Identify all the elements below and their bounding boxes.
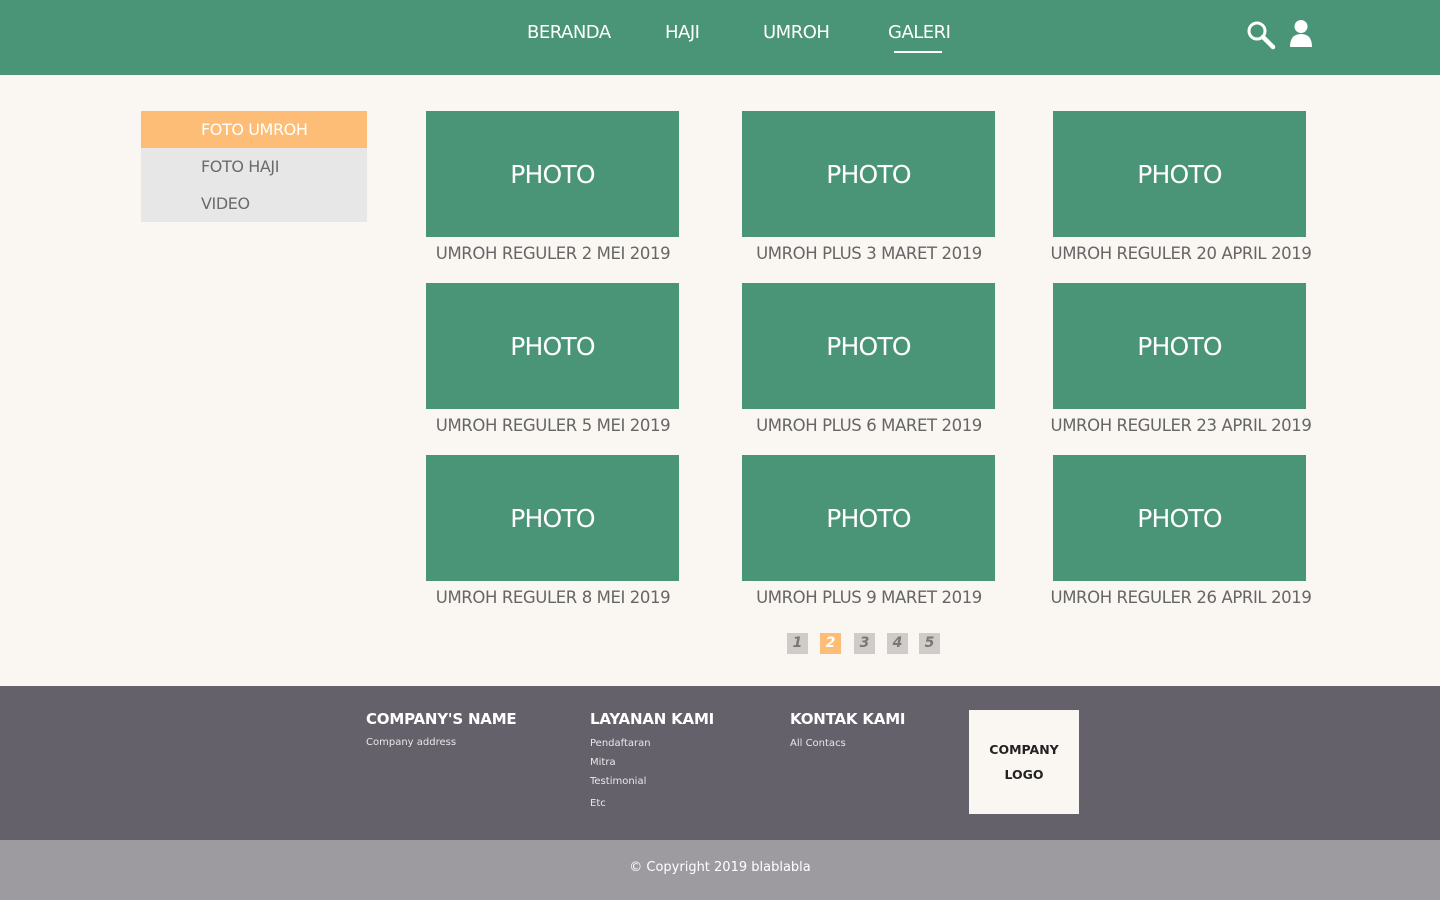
gallery-caption[interactable]: UMROH PLUS 6 MARET 2019	[719, 416, 1019, 435]
gallery-photo[interactable]: PHOTO	[426, 111, 679, 237]
gallery-photo[interactable]: PHOTO	[742, 455, 995, 581]
page-button-2[interactable]: 2	[820, 633, 841, 654]
footer-services-title: LAYANAN KAMI	[590, 710, 715, 728]
sidebar-item-foto-haji[interactable]: FOTO HAJI	[141, 148, 367, 185]
sidebar-item-foto-umroh[interactable]: FOTO UMROH	[141, 111, 367, 148]
company-logo: COMPANY LOGO	[969, 710, 1079, 814]
page-button-4[interactable]: 4	[887, 633, 908, 654]
footer-link-testimonial[interactable]: Testimonial	[590, 776, 646, 787]
search-icon[interactable]	[1246, 20, 1276, 54]
nav-haji[interactable]: HAJI	[665, 22, 700, 43]
company-logo-line1: COMPANY	[989, 742, 1059, 757]
gallery-photo[interactable]: PHOTO	[742, 283, 995, 409]
gallery-caption[interactable]: UMROH REGULER 23 APRIL 2019	[1031, 416, 1331, 435]
page-button-1[interactable]: 1	[787, 633, 808, 654]
copyright-bar: © Copyright 2019 blablabla	[0, 840, 1440, 900]
company-logo-line2: LOGO	[1004, 767, 1044, 782]
footer-link-pendaftaran[interactable]: Pendaftaran	[590, 738, 651, 749]
gallery-caption[interactable]: UMROH REGULER 26 APRIL 2019	[1031, 588, 1331, 607]
gallery-photo[interactable]: PHOTO	[426, 283, 679, 409]
gallery-caption[interactable]: UMROH PLUS 9 MARET 2019	[719, 588, 1019, 607]
gallery-photo[interactable]: PHOTO	[1053, 455, 1306, 581]
page-button-3[interactable]: 3	[854, 633, 875, 654]
nav-umroh[interactable]: UMROH	[763, 22, 830, 43]
page-button-5[interactable]: 5	[919, 633, 940, 654]
footer-link-all-contacts[interactable]: All Contacs	[790, 738, 846, 749]
sidebar-item-video[interactable]: VIDEO	[141, 185, 367, 222]
nav-galeri[interactable]: GALERI	[888, 22, 951, 43]
footer-company-name: COMPANY'S NAME	[366, 710, 517, 728]
gallery-photo[interactable]: PHOTO	[426, 455, 679, 581]
user-icon[interactable]	[1288, 19, 1314, 53]
nav-active-indicator	[894, 51, 942, 53]
top-navbar: BERANDA HAJI UMROH GALERI	[0, 0, 1440, 75]
footer-contact-title: KONTAK KAMI	[790, 710, 906, 728]
gallery-photo[interactable]: PHOTO	[742, 111, 995, 237]
gallery-sidebar: FOTO UMROH FOTO HAJI VIDEO	[141, 111, 367, 222]
gallery-caption[interactable]: UMROH REGULER 5 MEI 2019	[403, 416, 703, 435]
gallery-caption[interactable]: UMROH REGULER 2 MEI 2019	[403, 244, 703, 263]
gallery-caption[interactable]: UMROH REGULER 8 MEI 2019	[403, 588, 703, 607]
gallery-caption[interactable]: UMROH REGULER 20 APRIL 2019	[1031, 244, 1331, 263]
gallery-caption[interactable]: UMROH PLUS 3 MARET 2019	[719, 244, 1019, 263]
footer-company-address: Company address	[366, 737, 457, 748]
nav-beranda[interactable]: BERANDA	[527, 22, 611, 43]
gallery-photo[interactable]: PHOTO	[1053, 283, 1306, 409]
footer	[0, 686, 1440, 840]
footer-link-mitra[interactable]: Mitra	[590, 757, 616, 768]
gallery-photo[interactable]: PHOTO	[1053, 111, 1306, 237]
footer-link-etc[interactable]: Etc	[590, 798, 606, 809]
